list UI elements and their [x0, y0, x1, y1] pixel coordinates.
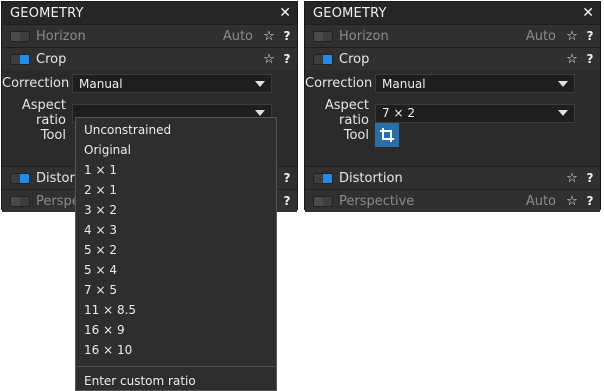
- correction-value: Manual: [382, 76, 426, 91]
- dropdown-option[interactable]: 16 × 10: [76, 340, 276, 360]
- aspect-ratio-value: 7 × 2: [382, 106, 415, 120]
- star-icon[interactable]: ☆: [566, 29, 578, 44]
- dropdown-option[interactable]: Original: [76, 140, 276, 160]
- help-icon[interactable]: ?: [283, 171, 291, 185]
- dropdown-divider: [76, 366, 276, 367]
- help-icon[interactable]: ?: [283, 29, 291, 43]
- dropdown-option[interactable]: 2 × 1: [76, 180, 276, 200]
- chevron-down-icon: [558, 110, 568, 116]
- dropdown-option[interactable]: Unconstrained: [76, 120, 276, 140]
- correction-field: Correction Manual: [2, 74, 272, 93]
- crop-label: Crop: [36, 51, 67, 67]
- perspective-label: Perspective: [339, 193, 415, 209]
- horizon-label: Horizon: [36, 28, 86, 44]
- section-distortion[interactable]: Distortion ☆ ?: [305, 166, 600, 189]
- crop-toggle[interactable]: [313, 53, 333, 65]
- horizon-toggle[interactable]: [10, 30, 30, 42]
- dropdown-option[interactable]: 4 × 3: [76, 220, 276, 240]
- correction-select[interactable]: Manual: [72, 74, 272, 93]
- star-icon[interactable]: ☆: [566, 52, 578, 67]
- correction-label: Correction: [2, 76, 70, 91]
- horizon-auto-label: Auto: [222, 28, 253, 44]
- crop-label: Crop: [339, 51, 370, 67]
- panel-title: GEOMETRY: [313, 5, 387, 21]
- distortion-toggle[interactable]: [313, 172, 333, 184]
- dropdown-option[interactable]: 11 × 8.5: [76, 300, 276, 320]
- star-icon[interactable]: ☆: [263, 52, 275, 67]
- custom-ratio-option[interactable]: Enter custom ratio: [76, 371, 276, 391]
- section-perspective[interactable]: Perspective Auto ☆ ?: [305, 189, 600, 212]
- correction-label: Correction: [305, 76, 373, 91]
- help-icon[interactable]: ?: [586, 52, 594, 66]
- horizon-label: Horizon: [339, 28, 389, 44]
- help-icon[interactable]: ?: [586, 171, 594, 185]
- section-horizon[interactable]: Horizon Auto ☆ ?: [2, 24, 297, 47]
- dropdown-option[interactable]: 5 × 2: [76, 240, 276, 260]
- star-icon[interactable]: ☆: [566, 194, 578, 209]
- aspect-ratio-label: Aspect ratio: [21, 98, 66, 128]
- correction-field: Correction Manual: [305, 74, 575, 93]
- distortion-label: Distortion: [339, 170, 403, 186]
- tool-field: Tool: [305, 123, 399, 147]
- dropdown-option[interactable]: 7 × 5: [76, 280, 276, 300]
- distortion-toggle[interactable]: [10, 172, 30, 184]
- panel-header: GEOMETRY ✕: [305, 2, 600, 24]
- tool-label: Tool: [343, 127, 369, 143]
- horizon-auto-label: Auto: [525, 28, 556, 44]
- star-icon[interactable]: ☆: [263, 29, 275, 44]
- help-icon[interactable]: ?: [283, 52, 291, 66]
- chevron-down-icon: [255, 80, 265, 87]
- aspect-ratio-select[interactable]: 7 × 2: [375, 103, 575, 123]
- perspective-auto-label: Auto: [525, 193, 556, 209]
- help-icon[interactable]: ?: [283, 194, 291, 208]
- crop-toggle[interactable]: [10, 53, 30, 65]
- crop-tool-button[interactable]: [375, 123, 399, 147]
- chevron-down-icon: [255, 110, 265, 116]
- correction-select[interactable]: Manual: [375, 74, 575, 93]
- section-horizon[interactable]: Horizon Auto ☆ ?: [305, 24, 600, 47]
- aspect-ratio-dropdown: Unconstrained Original 1 × 1 2 × 1 3 × 2…: [75, 117, 277, 391]
- star-icon[interactable]: ☆: [566, 171, 578, 186]
- dropdown-option[interactable]: 5 × 4: [76, 260, 276, 280]
- horizon-toggle[interactable]: [313, 30, 333, 42]
- chevron-down-icon: [558, 80, 568, 87]
- close-icon[interactable]: ✕: [279, 5, 291, 21]
- help-icon[interactable]: ?: [586, 29, 594, 43]
- geometry-panel-right: GEOMETRY ✕ Horizon Auto ☆ ? Crop ☆ ? Cor…: [304, 1, 601, 212]
- perspective-toggle[interactable]: [313, 195, 333, 207]
- tool-label: Tool: [40, 128, 66, 143]
- dropdown-option[interactable]: 3 × 2: [76, 200, 276, 220]
- panel-title: GEOMETRY: [10, 5, 84, 21]
- dropdown-option[interactable]: 16 × 9: [76, 320, 276, 340]
- correction-value: Manual: [79, 76, 123, 91]
- help-icon[interactable]: ?: [586, 194, 594, 208]
- section-crop[interactable]: Crop ☆ ?: [2, 47, 297, 70]
- panel-header: GEOMETRY ✕: [2, 2, 297, 24]
- section-crop[interactable]: Crop ☆ ?: [305, 47, 600, 70]
- tool-field: Tool: [2, 128, 72, 143]
- perspective-toggle[interactable]: [10, 195, 30, 207]
- dropdown-option[interactable]: 1 × 1: [76, 160, 276, 180]
- crop-icon: [380, 128, 394, 142]
- close-icon[interactable]: ✕: [582, 5, 594, 21]
